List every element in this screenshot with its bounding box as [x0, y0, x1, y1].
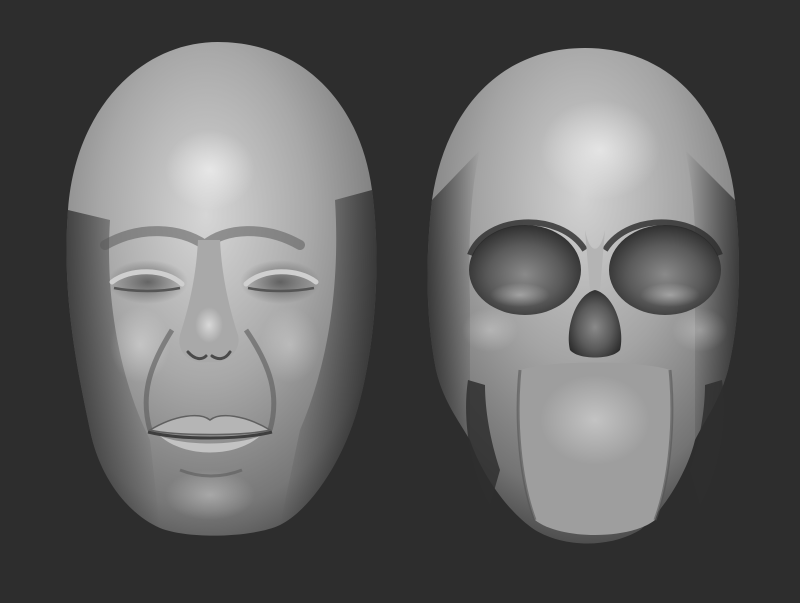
- forehead-highlight: [165, 130, 255, 210]
- face-sculpt: [66, 42, 377, 536]
- right-cheekbone: [672, 308, 728, 352]
- left-cheekbone: [462, 308, 518, 352]
- left-orbit-floor-light: [490, 283, 550, 307]
- nose-tip-highlight: [195, 307, 223, 343]
- skull-sculpt: [427, 48, 740, 544]
- render-viewport: [0, 0, 800, 603]
- jaw-highlight: [540, 375, 650, 465]
- right-orbit-floor-light: [640, 283, 700, 307]
- cranium-highlight: [540, 100, 660, 200]
- sculpt-canvas: [66, 42, 740, 544]
